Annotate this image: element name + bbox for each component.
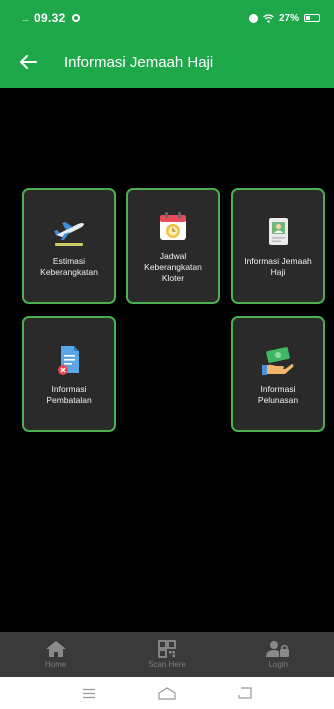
app-bar: Informasi Jemaah Haji xyxy=(0,36,334,88)
system-navigation-bar xyxy=(0,677,334,709)
qr-code-icon xyxy=(158,640,176,658)
back-outline-icon xyxy=(238,687,252,699)
home-system-button[interactable] xyxy=(156,685,178,701)
menu-informasi-pembatalan[interactable]: Informasi Pembatalan xyxy=(22,316,116,432)
airplane-icon xyxy=(51,214,87,250)
battery-icon xyxy=(304,14,320,22)
battery-percent: 27% xyxy=(278,12,299,24)
menu-informasi-pelunasan[interactable]: Informasi Pelunasan xyxy=(231,316,325,432)
nav-home[interactable]: Home xyxy=(0,632,111,677)
tile-label: Informasi Pembatalan xyxy=(46,384,92,405)
tile-label: Jadwal Keberangkatan Kloter xyxy=(144,250,202,283)
menu-icon xyxy=(83,688,95,698)
tile-label: Informasi Pelunasan xyxy=(257,384,299,405)
home-outline-icon xyxy=(158,686,176,700)
bottom-navigation: Home Scan Here Login xyxy=(0,632,334,677)
status-right: 27% xyxy=(248,12,320,24)
nav-login[interactable]: Login xyxy=(223,632,334,677)
wifi-icon xyxy=(263,13,274,23)
status-time: 09.32 xyxy=(34,11,66,25)
back-system-button[interactable] xyxy=(234,685,256,701)
arrow-left-icon xyxy=(20,55,37,69)
status-left: .... 09.32 xyxy=(22,11,80,25)
nav-scan-label: Scan Here xyxy=(148,660,186,669)
menu-informasi-jemaah-haji[interactable]: Informasi Jemaah Haji xyxy=(231,188,325,304)
menu-estimasi-keberangkatan[interactable]: Estimasi Keberangkatan xyxy=(22,188,116,304)
recent-apps-button[interactable] xyxy=(78,685,100,701)
page-title: Informasi Jemaah Haji xyxy=(64,53,214,71)
nav-home-label: Home xyxy=(44,660,67,669)
cancel-document-icon xyxy=(51,342,87,378)
back-button[interactable] xyxy=(14,48,42,76)
menu-jadwal-keberangkatan-kloter[interactable]: Jadwal Keberangkatan Kloter xyxy=(126,188,220,304)
signal-indicator: .... xyxy=(22,13,29,23)
status-bar: .... 09.32 27% xyxy=(0,0,334,36)
menu-grid: Estimasi Keberangkatan Jadwal Keberangka… xyxy=(0,88,334,632)
alarm-icon xyxy=(248,13,258,23)
notification-icon xyxy=(71,14,80,22)
id-document-icon xyxy=(260,214,296,250)
nav-login-label: Login xyxy=(268,660,289,669)
tile-label: Estimasi Keberangkatan xyxy=(40,256,98,277)
user-lock-icon xyxy=(266,641,290,657)
calendar-clock-icon xyxy=(155,209,191,245)
home-icon xyxy=(45,641,66,657)
nav-scan[interactable]: Scan Here xyxy=(111,632,222,677)
money-hand-icon xyxy=(260,342,296,378)
tile-label: Informasi Jemaah Haji xyxy=(244,256,312,277)
